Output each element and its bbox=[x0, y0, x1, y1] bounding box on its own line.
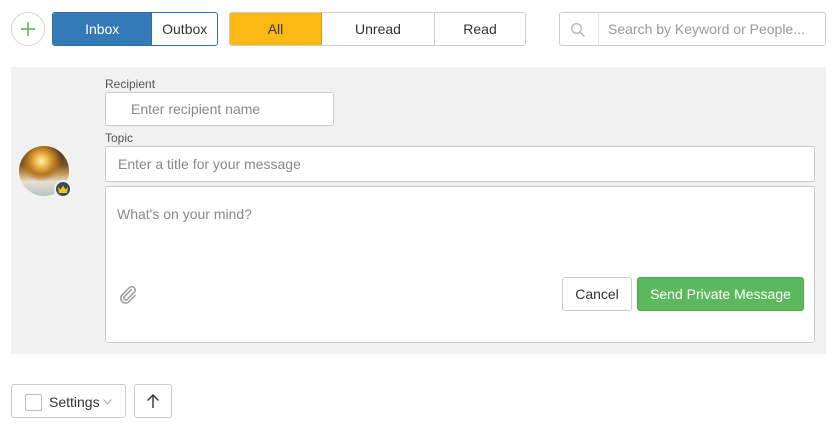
filter-tabs: All Unread Read bbox=[229, 12, 526, 46]
plus-circle-icon bbox=[21, 22, 35, 36]
tab-inbox[interactable]: Inbox bbox=[53, 13, 152, 45]
filter-unread[interactable]: Unread bbox=[322, 13, 435, 45]
search-icon bbox=[571, 23, 585, 37]
recipient-label: Recipient bbox=[105, 77, 156, 91]
filter-read[interactable]: Read bbox=[435, 13, 525, 45]
topic-label: Topic bbox=[105, 131, 134, 145]
folder-tabs: Inbox Outbox bbox=[52, 12, 218, 46]
compose-panel: Recipient Topic Cancel Send Private Mess… bbox=[11, 67, 826, 354]
settings-dropdown[interactable]: Settings bbox=[11, 384, 126, 418]
cancel-button[interactable]: Cancel bbox=[562, 277, 632, 311]
search-input[interactable] bbox=[608, 13, 820, 45]
avatar-badge bbox=[54, 180, 72, 198]
tab-outbox[interactable]: Outbox bbox=[151, 13, 217, 45]
search-box bbox=[559, 12, 826, 46]
new-message-button[interactable] bbox=[11, 12, 45, 46]
message-textarea[interactable] bbox=[106, 187, 814, 267]
topic-input[interactable] bbox=[105, 146, 815, 182]
select-all-checkbox[interactable] bbox=[25, 394, 42, 411]
send-private-message-button[interactable]: Send Private Message bbox=[637, 277, 804, 311]
paperclip-icon[interactable] bbox=[118, 284, 138, 304]
scroll-top-button[interactable] bbox=[134, 384, 172, 418]
search-divider bbox=[598, 13, 599, 45]
arrow-up-icon bbox=[147, 394, 159, 408]
message-editor: Cancel Send Private Message bbox=[105, 186, 815, 343]
filter-all[interactable]: All bbox=[230, 13, 322, 45]
settings-label: Settings bbox=[49, 394, 100, 410]
recipient-input[interactable] bbox=[105, 92, 334, 126]
chevron-down-icon bbox=[103, 399, 112, 405]
crown-icon bbox=[58, 185, 68, 193]
